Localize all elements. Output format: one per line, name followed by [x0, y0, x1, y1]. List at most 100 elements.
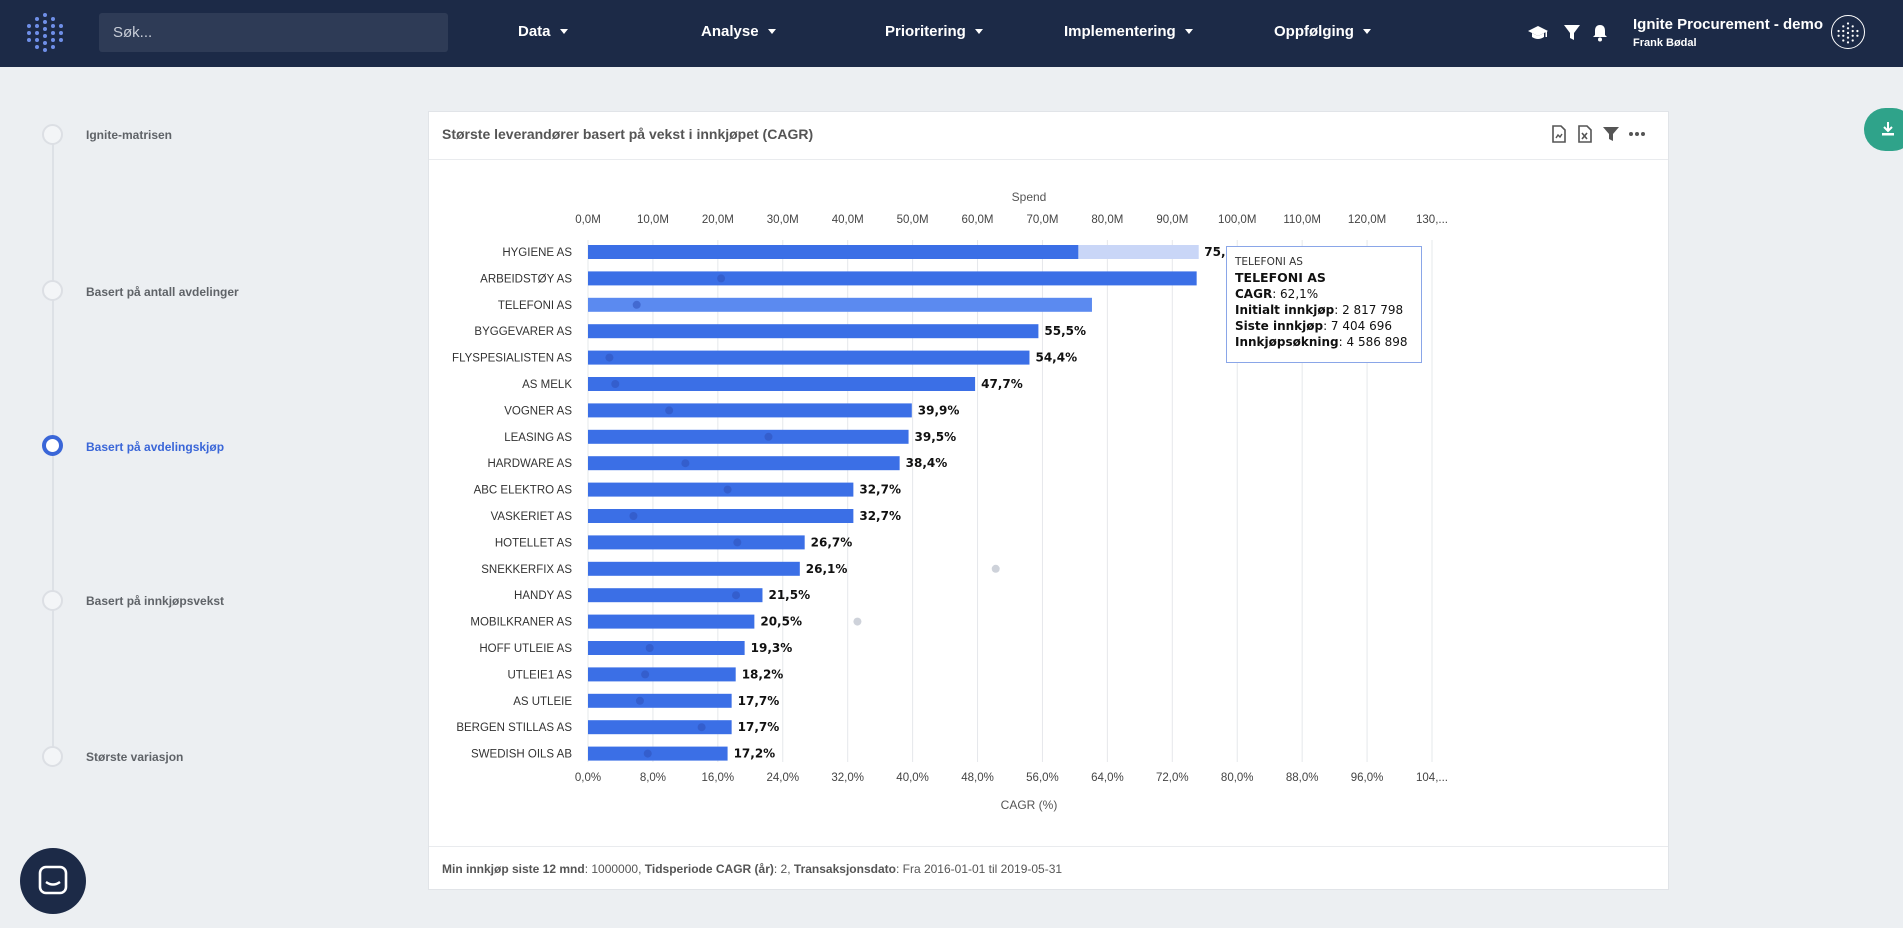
x-tick-label: 72,0% [1156, 772, 1189, 784]
bar [588, 746, 728, 761]
category-label: ARBEIDSTØY AS [480, 273, 572, 285]
step-4-label[interactable]: Basert på innkjøpsvekst [86, 594, 224, 608]
nav-prioritering[interactable]: Prioritering [885, 0, 983, 67]
x2-tick-label: 60,0M [962, 214, 994, 226]
nav-data[interactable]: Data [518, 0, 568, 67]
spend-point [635, 696, 644, 705]
footer-key-min-purchase: Min innkjøp siste 12 mnd [442, 862, 585, 876]
category-label: BERGEN STILLAS AS [456, 722, 572, 734]
spend-point [641, 670, 650, 679]
step-4-dot[interactable] [42, 590, 63, 611]
data-label: 20,5% [760, 615, 802, 629]
x2-tick-label: 110,0M [1283, 214, 1321, 226]
chevron-down-icon [1362, 28, 1371, 34]
category-label: UTLEIE1 AS [507, 669, 572, 681]
spend-point [611, 380, 620, 388]
x2-axis-title: Spend [1012, 190, 1047, 204]
bar [588, 614, 755, 629]
category-label: MOBILKRANER AS [470, 617, 572, 629]
bell-icon[interactable] [1590, 24, 1610, 42]
spend-point [643, 749, 652, 758]
data-label: 54,4% [1035, 351, 1077, 365]
nav-prioritering-label: Prioritering [885, 23, 966, 40]
bar [588, 667, 736, 682]
step-5-dot[interactable] [42, 746, 63, 767]
step-2-dot[interactable] [42, 280, 63, 301]
footer-key-transaction-date: Transaksjonsdato [793, 862, 896, 876]
bar [588, 324, 1039, 339]
x2-tick-label: 100,0M [1218, 214, 1256, 226]
bar [588, 456, 900, 471]
step-3-dot[interactable] [42, 435, 63, 456]
tooltip-title: TELEFONI AS [1235, 270, 1326, 285]
step-3-label[interactable]: Basert på avdelingskjøp [86, 440, 224, 454]
x-tick-label: 88,0% [1286, 772, 1319, 784]
spend-point [665, 406, 674, 415]
nav-analyse-label: Analyse [701, 23, 759, 40]
bar [588, 377, 976, 391]
download-button[interactable] [1864, 108, 1903, 151]
x2-tick-label: 10,0M [637, 214, 669, 226]
x-tick-label: 64,0% [1091, 772, 1124, 784]
x-tick-label: 48,0% [961, 772, 994, 784]
nav-analyse[interactable]: Analyse [701, 0, 776, 67]
x-axis-title: CAGR (%) [1001, 798, 1058, 812]
nav-oppfolging-label: Oppfølging [1274, 23, 1354, 40]
card-footer-divider [429, 846, 1668, 847]
x2-tick-label: 50,0M [897, 214, 929, 226]
chat-icon [38, 865, 68, 895]
nav-oppfolging[interactable]: Oppfølging [1274, 0, 1371, 67]
step-5-label[interactable]: Største variasjon [86, 750, 183, 764]
bar [588, 245, 1079, 259]
cagr-bar-chart: 0,0% 8,0% 16,0% 24,0% 32,0% 40,0% 48,0% 56,0% 64… [452, 190, 1448, 812]
tooltip-value: : 4 586 898 [1338, 335, 1408, 349]
data-label: 32,7% [859, 483, 901, 497]
x-tick-label: 16,0% [702, 772, 735, 784]
x-tick-label: 8,0% [640, 772, 666, 784]
nav-implementering-label: Implementering [1064, 23, 1176, 40]
ignite-logo-icon[interactable] [22, 12, 68, 54]
graduation-cap-icon[interactable] [1528, 24, 1548, 42]
step-1-label[interactable]: Ignite-matrisen [86, 128, 172, 142]
footer-value-period: : 2, [773, 862, 794, 876]
bar [588, 641, 745, 655]
step-2-label[interactable]: Basert på antall avdelinger [86, 285, 239, 299]
step-1-dot[interactable] [42, 124, 63, 145]
x-tick-label: 96,0% [1351, 772, 1384, 784]
spend-point [632, 300, 641, 309]
bar [588, 271, 1197, 286]
data-label: 19,3% [751, 641, 793, 655]
spend-point [764, 432, 773, 441]
bar [588, 509, 854, 523]
top-navbar: Søk... Data Analyse Prioritering Impleme… [0, 0, 1903, 67]
x2-tick-label: 0,0M [575, 214, 601, 226]
bar [588, 403, 912, 418]
avatar[interactable] [1831, 15, 1865, 49]
x2-tick-label: 20,0M [702, 214, 734, 226]
data-label: 17,7% [738, 720, 780, 734]
search-input[interactable]: Søk... [99, 13, 448, 52]
x2-tick-label: 40,0M [832, 214, 864, 226]
data-label: 26,7% [811, 535, 853, 549]
data-label: 39,5% [915, 430, 957, 444]
spend-point [732, 591, 741, 600]
filter-icon[interactable] [1562, 24, 1582, 42]
spend-point [605, 353, 614, 362]
data-label: 17,2% [734, 747, 776, 761]
bar [588, 561, 800, 576]
tooltip-key: CAGR [1235, 287, 1273, 301]
nav-implementering[interactable]: Implementering [1064, 0, 1193, 67]
bar [588, 535, 805, 550]
chevron-down-icon [974, 28, 983, 34]
data-label: 21,5% [768, 588, 810, 602]
category-label: AS UTLEIE [513, 696, 572, 708]
spend-point [681, 459, 690, 468]
tooltip-series-name: TELEFONI AS [1235, 256, 1303, 268]
organization-name: Ignite Procurement - demo [1633, 16, 1824, 33]
chat-launcher-button[interactable] [20, 848, 86, 914]
tooltip-row-increase: Innkjøpsøkning: 4 586 898 [1235, 335, 1413, 349]
chart-tooltip: TELEFONI AS TELEFONI AS CAGR: 62,1% Init… [1226, 246, 1422, 363]
spend-point [717, 274, 726, 283]
category-label: TELEFONI AS [498, 300, 572, 312]
tooltip-value: : 62,1% [1272, 287, 1319, 301]
